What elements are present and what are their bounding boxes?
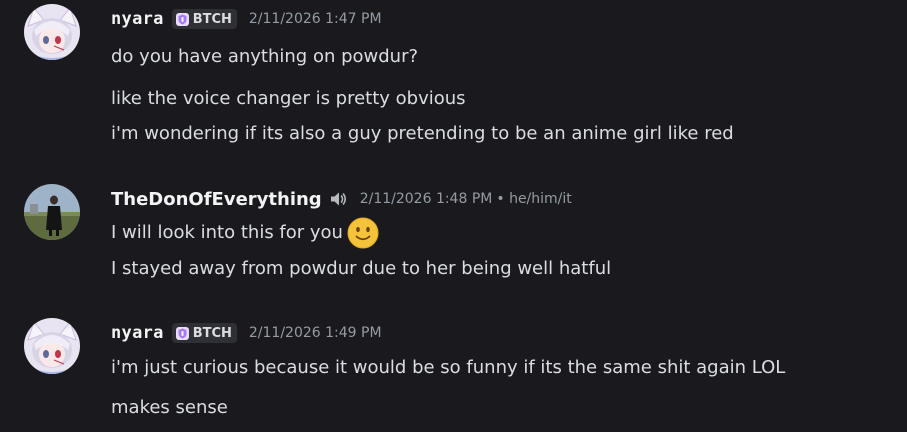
timestamp[interactable]: 2/11/2026 1:49 PM <box>249 325 382 341</box>
person-photo-avatar-icon <box>24 184 80 240</box>
message-line: like the voice changer is pretty obvious <box>111 88 466 109</box>
message-line: do you have anything on powdur? <box>111 46 419 67</box>
message-line-with-emoji: I will look into this for you <box>111 217 379 249</box>
message-text: I will look into this for you <box>111 222 343 243</box>
server-tag-label: BTCH <box>192 11 232 27</box>
anime-girl-avatar-icon <box>24 318 80 374</box>
anime-girl-avatar-icon <box>24 4 80 60</box>
timestamp[interactable]: 2/11/2026 1:48 PM <box>360 191 493 207</box>
server-tag[interactable]: BTCH <box>171 323 237 343</box>
chat-log: nyara BTCH 2/11/2026 1:47 PM do you have… <box>0 0 907 432</box>
server-tag-label: BTCH <box>192 325 232 341</box>
username[interactable]: TheDonOfEverything <box>111 189 322 210</box>
timestamp[interactable]: 2/11/2026 1:47 PM <box>249 11 382 27</box>
badge-shield-icon <box>175 326 189 340</box>
message-header: nyara BTCH 2/11/2026 1:49 PM <box>111 318 382 348</box>
pronouns: • he/him/it <box>496 191 572 207</box>
message-line: i'm wondering if its also a guy pretendi… <box>111 123 734 144</box>
avatar[interactable] <box>24 318 80 374</box>
message-line: makes sense <box>111 397 228 418</box>
message-line: i'm just curious because it would be so … <box>111 357 786 378</box>
badge-shield-icon <box>175 12 189 26</box>
speaker-icon[interactable] <box>328 189 348 209</box>
message-header: TheDonOfEverything 2/11/2026 1:48 PM • h… <box>111 184 572 214</box>
username[interactable]: nyara <box>111 9 164 29</box>
avatar[interactable] <box>24 4 80 60</box>
message-line: I stayed away from powdur due to her bei… <box>111 258 612 279</box>
username[interactable]: nyara <box>111 323 164 343</box>
slightly-smiling-face-icon[interactable] <box>347 217 379 249</box>
message-header: nyara BTCH 2/11/2026 1:47 PM <box>111 4 382 34</box>
server-tag[interactable]: BTCH <box>171 9 237 29</box>
avatar[interactable] <box>24 184 80 240</box>
